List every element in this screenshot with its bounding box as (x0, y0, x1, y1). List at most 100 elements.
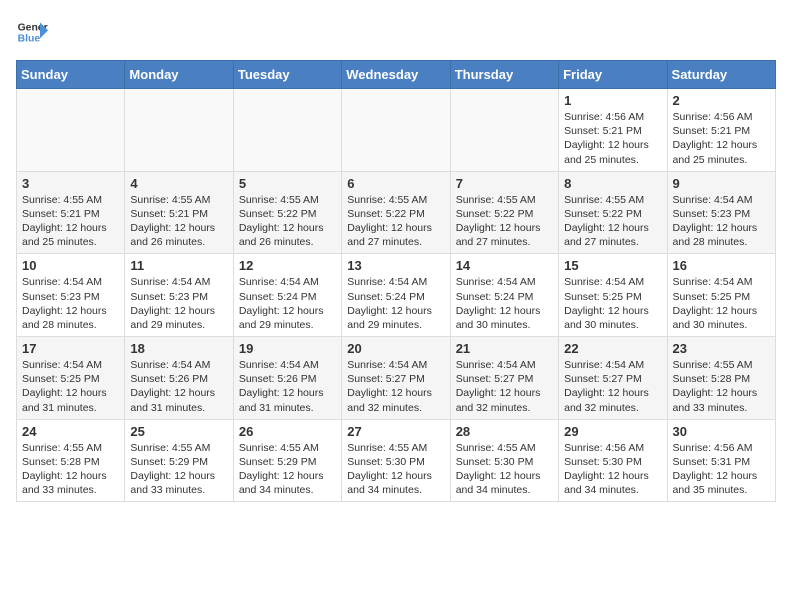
day-info: Sunrise: 4:55 AM Sunset: 5:28 PM Dayligh… (673, 358, 770, 415)
calendar-cell: 7 Sunrise: 4:55 AM Sunset: 5:22 PM Daylig… (450, 171, 558, 254)
calendar-cell (125, 89, 233, 172)
day-number: 2 (673, 93, 770, 108)
day-number: 16 (673, 258, 770, 273)
day-info: Sunrise: 4:54 AM Sunset: 5:27 PM Dayligh… (347, 358, 444, 415)
calendar-cell (450, 89, 558, 172)
day-info: Sunrise: 4:56 AM Sunset: 5:30 PM Dayligh… (564, 441, 661, 498)
calendar-cell: 21 Sunrise: 4:54 AM Sunset: 5:27 PM Dayli… (450, 337, 558, 420)
calendar-cell: 22 Sunrise: 4:54 AM Sunset: 5:27 PM Dayli… (559, 337, 667, 420)
calendar-cell: 27 Sunrise: 4:55 AM Sunset: 5:30 PM Dayli… (342, 419, 450, 502)
day-info: Sunrise: 4:54 AM Sunset: 5:23 PM Dayligh… (130, 275, 227, 332)
day-number: 28 (456, 424, 553, 439)
day-info: Sunrise: 4:54 AM Sunset: 5:24 PM Dayligh… (456, 275, 553, 332)
calendar-cell: 28 Sunrise: 4:55 AM Sunset: 5:30 PM Dayli… (450, 419, 558, 502)
day-header-thursday: Thursday (450, 61, 558, 89)
calendar-cell: 11Sunrise: 4:54 AM Sunset: 5:23 PM Dayli… (125, 254, 233, 337)
day-number: 7 (456, 176, 553, 191)
day-number: 12 (239, 258, 336, 273)
calendar-cell: 9 Sunrise: 4:54 AM Sunset: 5:23 PM Daylig… (667, 171, 775, 254)
logo-icon: General Blue (16, 16, 48, 48)
day-info: Sunrise: 4:54 AM Sunset: 5:25 PM Dayligh… (564, 275, 661, 332)
day-info: Sunrise: 4:54 AM Sunset: 5:26 PM Dayligh… (239, 358, 336, 415)
calendar-cell: 8 Sunrise: 4:55 AM Sunset: 5:22 PM Daylig… (559, 171, 667, 254)
day-number: 19 (239, 341, 336, 356)
day-number: 25 (130, 424, 227, 439)
day-number: 21 (456, 341, 553, 356)
day-number: 22 (564, 341, 661, 356)
calendar-cell: 20 Sunrise: 4:54 AM Sunset: 5:27 PM Dayli… (342, 337, 450, 420)
calendar-table: SundayMondayTuesdayWednesdayThursdayFrid… (16, 60, 776, 502)
calendar-cell: 6 Sunrise: 4:55 AM Sunset: 5:22 PM Daylig… (342, 171, 450, 254)
day-number: 6 (347, 176, 444, 191)
day-number: 27 (347, 424, 444, 439)
week-row-4: 17Sunrise: 4:54 AM Sunset: 5:25 PM Dayli… (17, 337, 776, 420)
calendar-cell: 14 Sunrise: 4:54 AM Sunset: 5:24 PM Dayli… (450, 254, 558, 337)
day-info: Sunrise: 4:55 AM Sunset: 5:30 PM Dayligh… (347, 441, 444, 498)
day-info: Sunrise: 4:54 AM Sunset: 5:27 PM Dayligh… (456, 358, 553, 415)
calendar-cell: 26Sunrise: 4:55 AM Sunset: 5:29 PM Dayli… (233, 419, 341, 502)
days-of-week-row: SundayMondayTuesdayWednesdayThursdayFrid… (17, 61, 776, 89)
calendar-cell: 2 Sunrise: 4:56 AM Sunset: 5:21 PM Daylig… (667, 89, 775, 172)
calendar-cell: 5 Sunrise: 4:55 AM Sunset: 5:22 PM Daylig… (233, 171, 341, 254)
day-number: 13 (347, 258, 444, 273)
day-info: Sunrise: 4:55 AM Sunset: 5:22 PM Dayligh… (456, 193, 553, 250)
day-info: Sunrise: 4:54 AM Sunset: 5:24 PM Dayligh… (239, 275, 336, 332)
day-number: 9 (673, 176, 770, 191)
day-info: Sunrise: 4:54 AM Sunset: 5:23 PM Dayligh… (22, 275, 119, 332)
calendar-cell: 18 Sunrise: 4:54 AM Sunset: 5:26 PM Dayli… (125, 337, 233, 420)
day-header-sunday: Sunday (17, 61, 125, 89)
svg-text:Blue: Blue (18, 34, 41, 45)
calendar-cell: 29Sunrise: 4:56 AM Sunset: 5:30 PM Dayli… (559, 419, 667, 502)
day-number: 14 (456, 258, 553, 273)
week-row-2: 3 Sunrise: 4:55 AM Sunset: 5:21 PM Daylig… (17, 171, 776, 254)
calendar-cell: 12 Sunrise: 4:54 AM Sunset: 5:24 PM Dayli… (233, 254, 341, 337)
week-row-1: 1 Sunrise: 4:56 AM Sunset: 5:21 PM Daylig… (17, 89, 776, 172)
day-number: 8 (564, 176, 661, 191)
calendar-cell: 19 Sunrise: 4:54 AM Sunset: 5:26 PM Dayli… (233, 337, 341, 420)
calendar-cell: 3 Sunrise: 4:55 AM Sunset: 5:21 PM Daylig… (17, 171, 125, 254)
calendar-cell: 1 Sunrise: 4:56 AM Sunset: 5:21 PM Daylig… (559, 89, 667, 172)
calendar-cell: 10 Sunrise: 4:54 AM Sunset: 5:23 PM Dayli… (17, 254, 125, 337)
calendar-cell (233, 89, 341, 172)
calendar-cell: 16 Sunrise: 4:54 AM Sunset: 5:25 PM Dayli… (667, 254, 775, 337)
day-number: 5 (239, 176, 336, 191)
day-number: 20 (347, 341, 444, 356)
calendar-cell: 23 Sunrise: 4:55 AM Sunset: 5:28 PM Dayli… (667, 337, 775, 420)
day-info: Sunrise: 4:55 AM Sunset: 5:21 PM Dayligh… (22, 193, 119, 250)
calendar-cell (17, 89, 125, 172)
calendar-cell (342, 89, 450, 172)
day-info: Sunrise: 4:54 AM Sunset: 5:26 PM Dayligh… (130, 358, 227, 415)
day-info: Sunrise: 4:55 AM Sunset: 5:30 PM Dayligh… (456, 441, 553, 498)
day-info: Sunrise: 4:54 AM Sunset: 5:25 PM Dayligh… (22, 358, 119, 415)
calendar-cell: 24Sunrise: 4:55 AM Sunset: 5:28 PM Dayli… (17, 419, 125, 502)
day-header-tuesday: Tuesday (233, 61, 341, 89)
week-row-3: 10 Sunrise: 4:54 AM Sunset: 5:23 PM Dayli… (17, 254, 776, 337)
calendar-cell: 15Sunrise: 4:54 AM Sunset: 5:25 PM Dayli… (559, 254, 667, 337)
calendar-cell: 4Sunrise: 4:55 AM Sunset: 5:21 PM Daylig… (125, 171, 233, 254)
day-number: 23 (673, 341, 770, 356)
day-info: Sunrise: 4:56 AM Sunset: 5:21 PM Dayligh… (673, 110, 770, 167)
day-info: Sunrise: 4:54 AM Sunset: 5:24 PM Dayligh… (347, 275, 444, 332)
day-info: Sunrise: 4:55 AM Sunset: 5:29 PM Dayligh… (239, 441, 336, 498)
day-info: Sunrise: 4:54 AM Sunset: 5:25 PM Dayligh… (673, 275, 770, 332)
logo: General Blue (16, 16, 48, 48)
day-number: 4 (130, 176, 227, 191)
day-number: 10 (22, 258, 119, 273)
calendar-cell: 25 Sunrise: 4:55 AM Sunset: 5:29 PM Dayli… (125, 419, 233, 502)
day-info: Sunrise: 4:55 AM Sunset: 5:22 PM Dayligh… (564, 193, 661, 250)
day-info: Sunrise: 4:55 AM Sunset: 5:29 PM Dayligh… (130, 441, 227, 498)
day-info: Sunrise: 4:54 AM Sunset: 5:23 PM Dayligh… (673, 193, 770, 250)
day-number: 18 (130, 341, 227, 356)
day-number: 24 (22, 424, 119, 439)
calendar-cell: 30Sunrise: 4:56 AM Sunset: 5:31 PM Dayli… (667, 419, 775, 502)
page-header: General Blue (16, 16, 776, 48)
day-info: Sunrise: 4:56 AM Sunset: 5:21 PM Dayligh… (564, 110, 661, 167)
week-row-5: 24Sunrise: 4:55 AM Sunset: 5:28 PM Dayli… (17, 419, 776, 502)
day-number: 3 (22, 176, 119, 191)
day-header-wednesday: Wednesday (342, 61, 450, 89)
day-info: Sunrise: 4:55 AM Sunset: 5:22 PM Dayligh… (347, 193, 444, 250)
day-number: 1 (564, 93, 661, 108)
day-info: Sunrise: 4:55 AM Sunset: 5:22 PM Dayligh… (239, 193, 336, 250)
calendar-cell: 17Sunrise: 4:54 AM Sunset: 5:25 PM Dayli… (17, 337, 125, 420)
day-info: Sunrise: 4:54 AM Sunset: 5:27 PM Dayligh… (564, 358, 661, 415)
